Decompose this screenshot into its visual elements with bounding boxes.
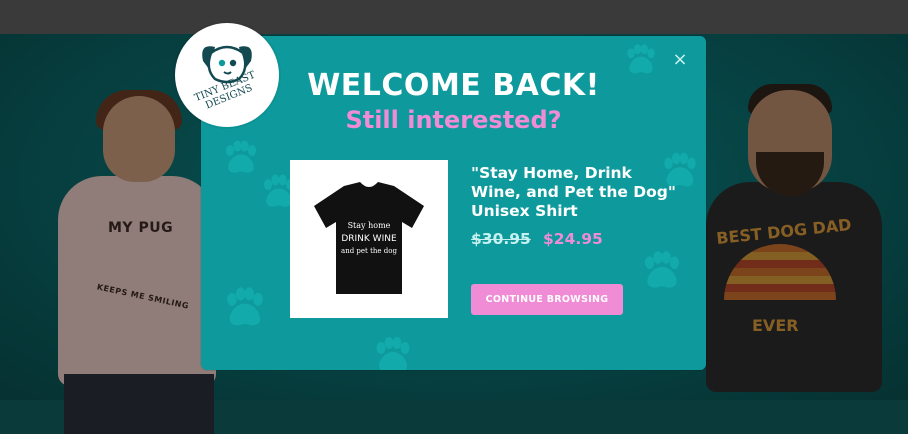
close-popup-button[interactable]: × (672, 49, 688, 70)
paw-print-icon (644, 251, 680, 288)
brand-logo: TINY BEAST DESIGNS (175, 23, 279, 127)
tshirt-print-line-2: DRINK WINE (341, 234, 397, 244)
paw-print-icon (376, 337, 410, 370)
continue-browsing-button[interactable]: CONTINUE BROWSING (471, 284, 623, 315)
site-header-bar (0, 0, 908, 34)
model-left-head (103, 96, 175, 182)
model-left-shirt (58, 176, 216, 386)
paw-print-icon (227, 287, 263, 326)
tshirt-image: Stay home DRINK WINE and pet the dog (314, 182, 424, 294)
product-title[interactable]: "Stay Home, Drink Wine, and Pet the Dog"… (471, 164, 681, 221)
tshirt-print-line-1: Stay home (348, 221, 391, 230)
right-shirt-text-bottom: EVER (752, 316, 799, 335)
close-icon: × (672, 49, 688, 70)
left-shirt-text-top: MY PUG (108, 220, 174, 236)
product-image[interactable]: Stay home DRINK WINE and pet the dog (290, 160, 448, 318)
model-left-jeans (64, 374, 214, 434)
sale-price: $24.95 (543, 230, 603, 248)
original-price: $30.95 (471, 230, 531, 248)
popup-subtitle: Still interested? (345, 106, 562, 134)
tshirt-print-line-3: and pet the dog (341, 247, 397, 255)
